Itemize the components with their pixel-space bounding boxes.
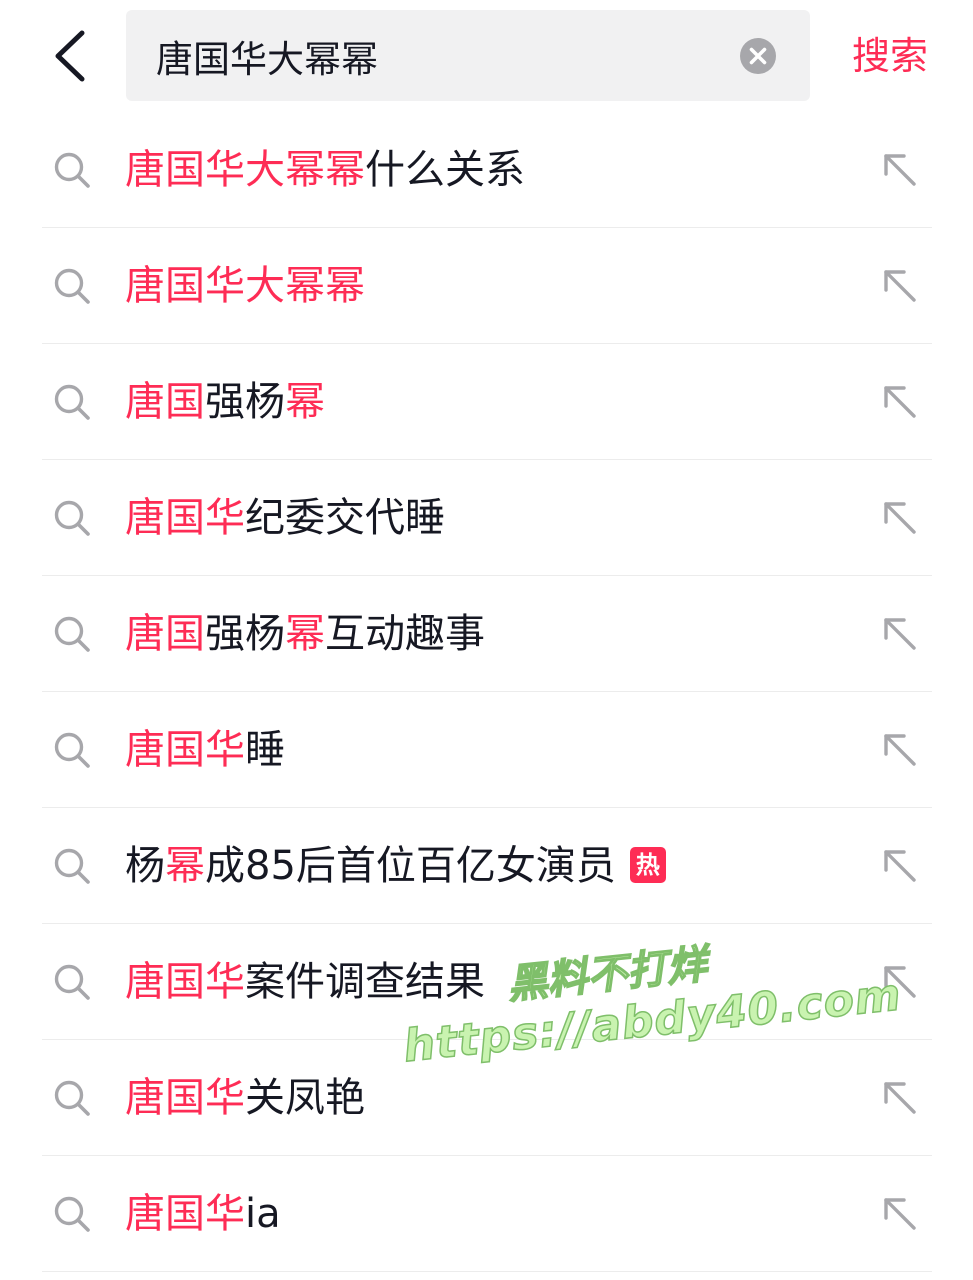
fill-query-arrow-icon[interactable]: [880, 150, 920, 190]
fill-query-arrow-icon[interactable]: [880, 382, 920, 422]
suggestion-row[interactable]: 唐国华关凤艳: [0, 1040, 973, 1156]
suggestion-text: 唐国强杨幂互动趣事: [125, 576, 485, 692]
fill-query-arrow-icon[interactable]: [880, 614, 920, 654]
suggestion-text: 唐国华大幂幂什么关系: [125, 112, 525, 228]
suggestion-row[interactable]: 唐国华纪委交代睡: [0, 460, 973, 576]
fill-query-arrow-icon[interactable]: [880, 498, 920, 538]
chevron-left-icon: [55, 30, 85, 82]
suggestion-row[interactable]: 唐国华ia: [0, 1156, 973, 1272]
suggestion-row[interactable]: 唐国华大幂幂: [0, 228, 973, 344]
search-icon: [52, 614, 92, 654]
suggestion-plain-text: 关凤艳: [245, 1075, 365, 1121]
suggestion-match-text: 唐国华: [125, 495, 245, 541]
fill-query-arrow-icon[interactable]: [880, 1194, 920, 1234]
suggestion-match-text: 唐国华: [125, 959, 245, 1005]
suggestion-plain-text: ia: [245, 1191, 281, 1237]
suggestion-row[interactable]: 唐国强杨幂: [0, 344, 973, 460]
suggestion-match-text: 唐国华大幂幂: [125, 147, 365, 193]
suggestion-plain-text: 成85后首位百亿女演员: [205, 843, 616, 889]
suggestion-plain-text: 互动趣事: [325, 611, 485, 657]
fill-query-arrow-icon[interactable]: [880, 846, 920, 886]
search-icon: [52, 382, 92, 422]
search-icon: [52, 846, 92, 886]
search-input[interactable]: [156, 10, 716, 101]
suggestion-text: 杨幂成85后首位百亿女演员热: [125, 808, 666, 924]
suggestion-match-text: 唐国华大幂幂: [125, 263, 365, 309]
search-button[interactable]: 搜索: [852, 28, 932, 84]
suggestion-match-text: 唐国: [125, 611, 205, 657]
suggestion-match-text: 幂: [285, 611, 325, 657]
fill-query-arrow-icon[interactable]: [880, 730, 920, 770]
suggestion-text: 唐国华纪委交代睡: [125, 460, 445, 576]
suggestion-plain-text: 案件调查结果: [245, 959, 485, 1005]
suggestion-match-text: 唐国: [125, 379, 205, 425]
suggestion-text: 唐国华案件调查结果: [125, 924, 485, 1040]
suggestion-row[interactable]: 唐国华睡: [0, 692, 973, 808]
hot-badge: 热: [629, 847, 666, 883]
search-icon: [52, 730, 92, 770]
suggestion-text: 唐国华睡: [125, 692, 285, 808]
clear-search-button[interactable]: [739, 37, 777, 75]
fill-query-arrow-icon[interactable]: [880, 266, 920, 306]
suggestion-match-text: 幂: [285, 379, 325, 425]
suggestion-plain-text: 强杨: [205, 379, 285, 425]
suggestion-text: 唐国华ia: [125, 1156, 281, 1272]
suggestion-match-text: 幂: [165, 843, 205, 889]
suggestion-row[interactable]: 杨幂成85后首位百亿女演员热: [0, 808, 973, 924]
fill-query-arrow-icon[interactable]: [880, 1078, 920, 1118]
suggestion-row[interactable]: 唐国强杨幂互动趣事: [0, 576, 973, 692]
suggestion-match-text: 唐国华: [125, 1075, 245, 1121]
suggestion-row[interactable]: 唐国华案件调查结果: [0, 924, 973, 1040]
search-box: [126, 10, 810, 101]
suggestion-plain-text: 什么关系: [365, 147, 525, 193]
fill-query-arrow-icon[interactable]: [880, 962, 920, 1002]
suggestion-match-text: 唐国华: [125, 727, 245, 773]
clear-circle-icon: [740, 38, 776, 74]
search-icon: [52, 962, 92, 1002]
suggestion-text: 唐国强杨幂: [125, 344, 325, 460]
suggestion-match-text: 唐国华: [125, 1191, 245, 1237]
suggestion-plain-text: 杨: [125, 843, 165, 889]
row-divider: [42, 1271, 932, 1272]
suggestion-plain-text: 睡: [245, 727, 285, 773]
search-icon: [52, 266, 92, 306]
suggestion-text: 唐国华大幂幂: [125, 228, 365, 344]
search-icon: [52, 1078, 92, 1118]
back-button[interactable]: [46, 28, 96, 84]
suggestion-plain-text: 强杨: [205, 611, 285, 657]
suggestion-plain-text: 纪委交代睡: [245, 495, 445, 541]
search-icon: [52, 498, 92, 538]
search-icon: [52, 1194, 92, 1234]
suggestion-row[interactable]: 唐国华大幂幂什么关系: [0, 112, 973, 228]
search-icon: [52, 150, 92, 190]
suggestion-text: 唐国华关凤艳: [125, 1040, 365, 1156]
suggestion-list: 唐国华大幂幂什么关系 唐国华大幂幂 唐国强杨幂 唐国华纪委交代睡 唐国强杨幂互动趣事 唐国…: [0, 112, 973, 1272]
search-header: 搜索: [0, 0, 973, 110]
